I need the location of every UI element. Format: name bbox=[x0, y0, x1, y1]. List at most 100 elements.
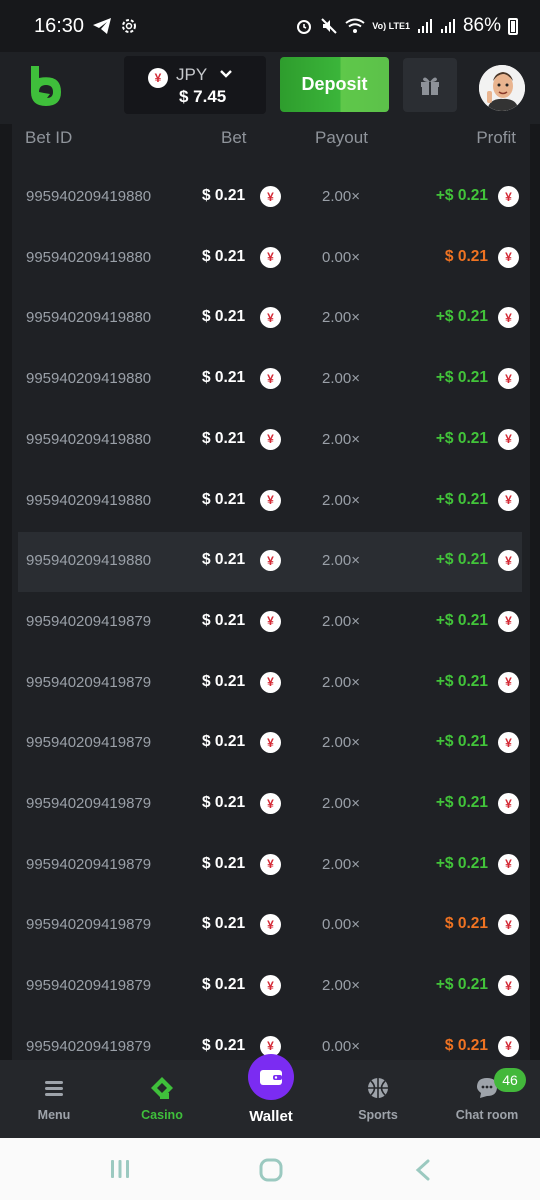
table-header: Bet ID Bet Payout Profit bbox=[12, 124, 530, 152]
jpy-coin-icon: ¥ bbox=[260, 610, 281, 632]
jpy-coin-icon: ¥ bbox=[148, 68, 168, 88]
payout-cell: 2.00× bbox=[322, 977, 360, 995]
nav-casino-label: Casino bbox=[141, 1108, 183, 1122]
col-payout: Payout bbox=[315, 128, 368, 147]
table-row[interactable]: 995940209419879 $ 0.21 ¥2.00× +$ 0.21 ¥ bbox=[18, 775, 522, 835]
jpy-coin-icon: ¥ bbox=[260, 550, 281, 572]
balance-selector[interactable]: ¥ JPY $ 7.45 bbox=[124, 56, 266, 114]
nav-menu[interactable]: Menu bbox=[9, 1060, 99, 1138]
col-bet-id: Bet ID bbox=[25, 128, 73, 147]
gift-icon bbox=[421, 77, 439, 95]
table-row[interactable]: 995940209419880 $ 0.21 ¥2.00× +$ 0.21 ¥ bbox=[18, 532, 522, 593]
bet-amount-cell: $ 0.21 bbox=[202, 976, 246, 994]
bc-logo-icon[interactable] bbox=[27, 64, 65, 108]
settings-gear-icon bbox=[122, 19, 137, 33]
bet-id-cell[interactable]: 995940209419880 bbox=[26, 552, 166, 569]
table-row[interactable]: 995940209419880 $ 0.21 ¥2.00× +$ 0.21 ¥ bbox=[18, 411, 522, 471]
recent-apps-icon[interactable] bbox=[108, 1158, 132, 1180]
payout-cell: 0.00× bbox=[322, 1037, 360, 1055]
status-bar: 16:30 Vo) LTE1 86% bbox=[0, 0, 540, 52]
profit-cell: +$ 0.21 bbox=[435, 429, 488, 447]
jpy-coin-icon: ¥ bbox=[260, 853, 281, 875]
menu-icon bbox=[45, 1081, 63, 1096]
payout-cell: 2.00× bbox=[322, 188, 360, 205]
jpy-coin-icon: ¥ bbox=[498, 489, 519, 511]
bet-amount-cell: $ 0.21 bbox=[202, 551, 246, 569]
bet-amount-cell: $ 0.21 bbox=[202, 1036, 246, 1054]
bet-amount-cell: $ 0.21 bbox=[202, 611, 246, 629]
wallet-icon bbox=[260, 1070, 282, 1085]
bet-id-cell[interactable]: 995940209419880 bbox=[26, 370, 166, 387]
bet-amount-cell: $ 0.21 bbox=[202, 794, 246, 811]
table-row[interactable]: 995940209419880 $ 0.21 ¥2.00× +$ 0.21 ¥ bbox=[18, 289, 522, 349]
bet-id-cell[interactable]: 995940209419879 bbox=[26, 916, 166, 933]
profit-cell: +$ 0.21 bbox=[435, 611, 488, 629]
chevron-down-icon bbox=[220, 66, 232, 82]
nav-wallet-label: Wallet bbox=[249, 1108, 293, 1125]
table-row[interactable]: 995940209419880 $ 0.21 ¥2.00× +$ 0.21 ¥ bbox=[18, 350, 522, 410]
table-row[interactable]: 995940209419880 $ 0.21 ¥2.00× +$ 0.21 ¥ bbox=[18, 168, 522, 228]
bet-id-cell[interactable]: 995940209419880 bbox=[26, 188, 166, 205]
table-row[interactable]: 995940209419879 $ 0.21 ¥2.00× +$ 0.21 ¥ bbox=[18, 957, 522, 1017]
profit-cell: $ 0.21 bbox=[444, 915, 488, 933]
jpy-coin-icon: ¥ bbox=[260, 914, 281, 936]
bet-id-cell[interactable]: 995940209419879 bbox=[26, 613, 166, 630]
table-row[interactable]: 995940209419880 $ 0.21 ¥0.00× $ 0.21 ¥ bbox=[18, 229, 522, 289]
signal-roaming-icon bbox=[440, 19, 455, 33]
bet-id-cell[interactable]: 995940209419880 bbox=[26, 492, 166, 509]
jpy-coin-icon: ¥ bbox=[498, 853, 519, 875]
payout-cell: 2.00× bbox=[322, 673, 360, 691]
table-row[interactable]: 995940209419879 $ 0.21 ¥2.00× +$ 0.21 ¥ bbox=[18, 714, 522, 774]
jpy-coin-icon: ¥ bbox=[498, 246, 519, 268]
bet-id-cell[interactable]: 995940209419879 bbox=[26, 1038, 166, 1055]
basketball-icon bbox=[368, 1078, 388, 1098]
bet-history-table[interactable]: Bet ID Bet Payout Profit 995940209419880… bbox=[12, 124, 530, 1062]
profit-cell: +$ 0.21 bbox=[435, 672, 488, 690]
bet-id-cell[interactable]: 995940209419879 bbox=[26, 795, 166, 812]
system-nav-bar bbox=[0, 1138, 540, 1200]
jpy-coin-icon: ¥ bbox=[260, 307, 281, 329]
table-row[interactable]: 995940209419879 $ 0.21 ¥2.00× +$ 0.21 ¥ bbox=[18, 654, 522, 714]
bet-id-cell[interactable]: 995940209419879 bbox=[26, 977, 166, 994]
nav-wallet[interactable] bbox=[248, 1054, 294, 1100]
payout-cell: 0.00× bbox=[322, 248, 360, 266]
bet-id-cell[interactable]: 995940209419880 bbox=[26, 431, 166, 448]
jpy-coin-icon: ¥ bbox=[260, 368, 281, 390]
bet-id-cell[interactable]: 995940209419879 bbox=[26, 856, 166, 873]
back-icon[interactable] bbox=[412, 1158, 434, 1182]
bet-amount-cell: $ 0.21 bbox=[202, 733, 246, 751]
profit-cell: +$ 0.21 bbox=[435, 369, 488, 387]
nav-casino[interactable]: Casino bbox=[117, 1060, 207, 1138]
jpy-coin-icon: ¥ bbox=[260, 489, 281, 511]
deposit-button[interactable]: Deposit bbox=[280, 57, 389, 112]
nav-sports[interactable]: Sports bbox=[333, 1060, 423, 1138]
payout-cell: 2.00× bbox=[322, 795, 360, 812]
home-icon[interactable] bbox=[258, 1157, 284, 1183]
bet-id-cell[interactable]: 995940209419879 bbox=[26, 674, 166, 691]
bet-amount-cell: $ 0.21 bbox=[202, 369, 246, 387]
bet-id-cell[interactable]: 995940209419879 bbox=[26, 734, 166, 751]
table-row[interactable]: 995940209419879 $ 0.21 ¥2.00× +$ 0.21 ¥ bbox=[18, 593, 522, 653]
jpy-coin-icon: ¥ bbox=[260, 975, 281, 997]
table-row[interactable]: 995940209419879 $ 0.21 ¥0.00× $ 0.21 ¥ bbox=[18, 896, 522, 956]
bet-amount-cell: $ 0.21 bbox=[202, 490, 246, 508]
jpy-coin-icon: ¥ bbox=[260, 246, 281, 268]
user-avatar[interactable] bbox=[479, 65, 525, 111]
payout-cell: 2.00× bbox=[322, 491, 360, 509]
jpy-coin-icon: ¥ bbox=[498, 793, 519, 814]
gift-button[interactable] bbox=[403, 58, 457, 112]
bet-id-cell[interactable]: 995940209419880 bbox=[26, 249, 166, 266]
bet-amount-cell: $ 0.21 bbox=[202, 187, 246, 204]
jpy-coin-icon: ¥ bbox=[260, 186, 281, 207]
mute-icon bbox=[321, 18, 338, 34]
jpy-coin-icon: ¥ bbox=[498, 975, 519, 997]
bet-id-cell[interactable]: 995940209419880 bbox=[26, 309, 166, 326]
battery-icon bbox=[508, 17, 518, 35]
jpy-coin-icon: ¥ bbox=[498, 550, 519, 572]
app-header: ¥ JPY $ 7.45 Deposit bbox=[0, 52, 540, 124]
table-row[interactable]: 995940209419879 $ 0.21 ¥2.00× +$ 0.21 ¥ bbox=[18, 836, 522, 896]
jpy-coin-icon: ¥ bbox=[498, 671, 519, 693]
profit-cell: $ 0.21 bbox=[444, 247, 488, 265]
table-row[interactable]: 995940209419880 $ 0.21 ¥2.00× +$ 0.21 ¥ bbox=[18, 472, 522, 532]
profit-cell: +$ 0.21 bbox=[435, 551, 488, 569]
